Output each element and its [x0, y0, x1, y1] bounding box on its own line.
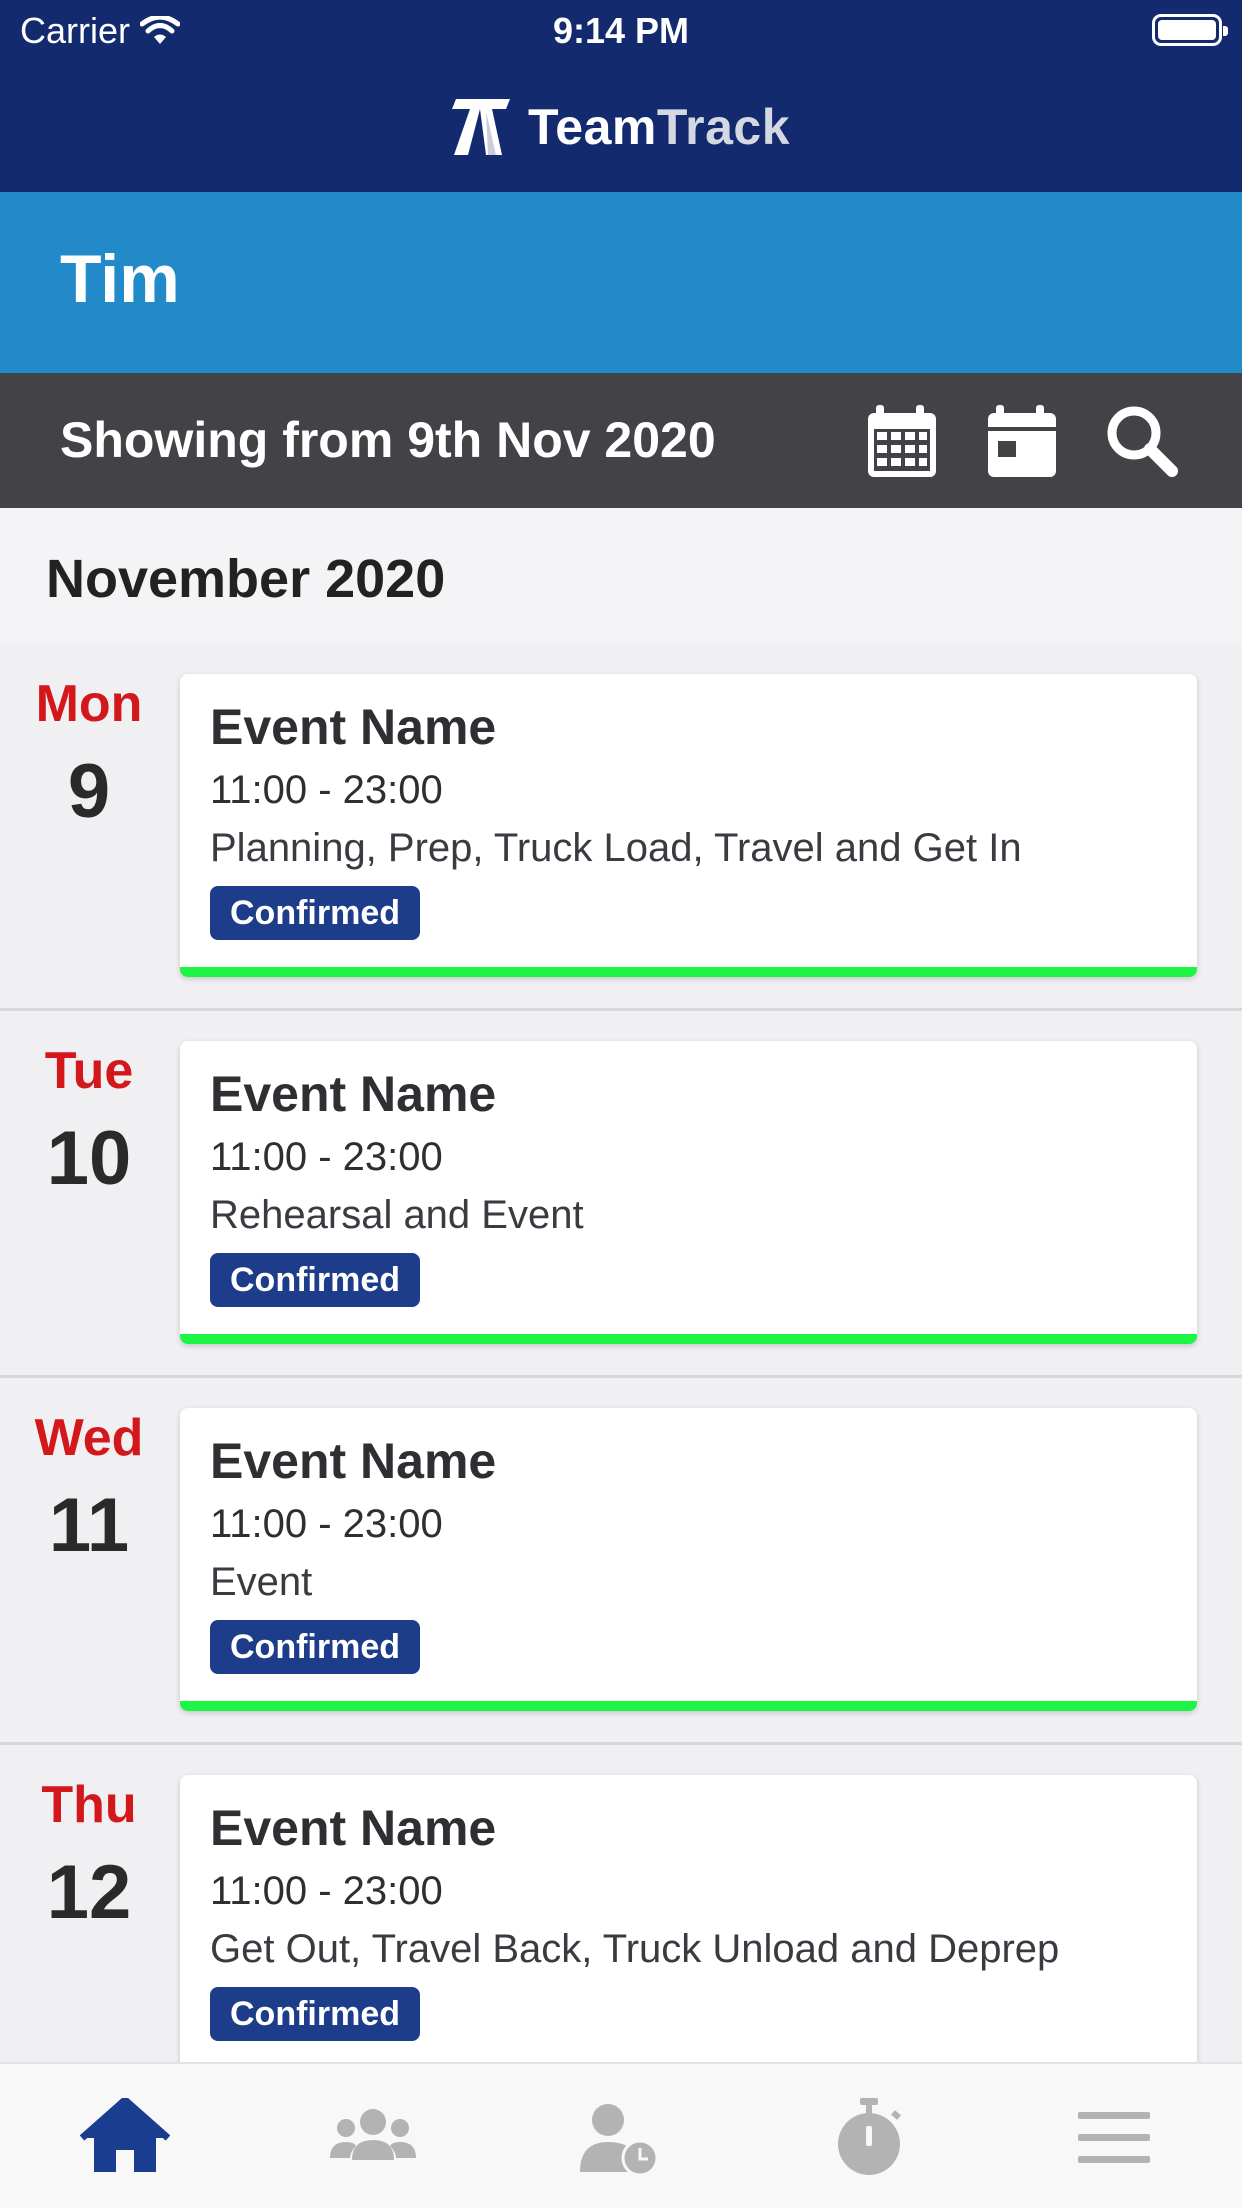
day-number: 12 — [46, 1850, 132, 1935]
month-label: November 2020 — [46, 549, 446, 609]
event-date: Tue 10 — [0, 1041, 178, 1202]
tab-bar — [0, 2062, 1242, 2208]
user-bar: Tim — [0, 192, 1242, 373]
event-description: Get Out, Travel Back, Truck Unload and D… — [210, 1927, 1060, 1971]
stopwatch-icon[interactable] — [824, 2098, 914, 2178]
status-bar: Carrier 9:14 PM — [0, 0, 1242, 62]
event-card[interactable]: Event Name 11:00 - 23:00 Rehearsal and E… — [180, 1041, 1197, 1344]
calendar-grid-icon[interactable] — [862, 401, 942, 481]
event-date: Thu 12 — [0, 1775, 178, 1936]
search-icon[interactable] — [1102, 401, 1182, 481]
event-description: Planning, Prep, Truck Load, Travel and G… — [210, 826, 1022, 870]
day-of-week: Wed — [34, 1409, 144, 1467]
status-badge: Confirmed — [210, 886, 420, 940]
event-row: Wed 11 Event Name 11:00 - 23:00 Event Co… — [0, 1378, 1242, 1745]
event-list: Mon 9 Event Name 11:00 - 23:00 Planning,… — [0, 644, 1242, 2112]
filter-bar: Showing from 9th Nov 2020 — [0, 373, 1242, 508]
event-row: Tue 10 Event Name 11:00 - 23:00 Rehearsa… — [0, 1011, 1242, 1378]
event-time: 11:00 - 23:00 — [210, 768, 443, 812]
event-title: Event Name — [210, 699, 497, 755]
status-badge: Confirmed — [210, 1620, 420, 1674]
day-number: 10 — [46, 1116, 132, 1201]
team-icon[interactable] — [328, 2098, 418, 2178]
event-card[interactable]: Event Name 11:00 - 23:00 Planning, Prep,… — [180, 674, 1197, 977]
home-icon[interactable] — [80, 2098, 170, 2178]
calendar-day-icon[interactable] — [982, 401, 1062, 481]
event-date: Wed 11 — [0, 1408, 178, 1569]
menu-icon[interactable] — [1072, 2098, 1162, 2178]
brand-name: TeamTrack — [528, 98, 790, 156]
event-time: 11:00 - 23:00 — [210, 1869, 443, 1913]
brand-name-track: Track — [656, 99, 791, 155]
showing-from-label: Showing from 9th Nov 2020 — [60, 412, 716, 468]
battery-icon — [1152, 14, 1228, 46]
day-of-week: Thu — [41, 1776, 137, 1834]
event-time: 11:00 - 23:00 — [210, 1502, 443, 1546]
brand-name-team: Team — [527, 99, 657, 155]
status-badge: Confirmed — [210, 1253, 420, 1307]
brand-logo: TeamTrack — [0, 92, 1242, 162]
event-date: Mon 9 — [0, 674, 178, 835]
event-description: Rehearsal and Event — [210, 1193, 584, 1237]
app-header: Carrier 9:14 PM TeamTrack — [0, 0, 1242, 192]
user-name: Tim — [60, 241, 180, 317]
event-title: Event Name — [210, 1800, 497, 1856]
event-description: Event — [210, 1560, 313, 1604]
month-header: November 2020 — [0, 508, 1242, 644]
event-row: Mon 9 Event Name 11:00 - 23:00 Planning,… — [0, 644, 1242, 1011]
day-of-week: Mon — [35, 675, 143, 733]
event-title: Event Name — [210, 1066, 497, 1122]
day-number: 11 — [48, 1483, 130, 1568]
day-number: 9 — [67, 749, 111, 834]
event-title: Event Name — [210, 1433, 497, 1489]
event-row: Thu 12 Event Name 11:00 - 23:00 Get Out,… — [0, 1745, 1242, 2112]
status-time: 9:14 PM — [552, 10, 690, 51]
event-card[interactable]: Event Name 11:00 - 23:00 Event Confirmed — [180, 1408, 1197, 1711]
event-card[interactable]: Event Name 11:00 - 23:00 Get Out, Travel… — [180, 1775, 1197, 2078]
user-clock-icon[interactable] — [576, 2098, 666, 2178]
day-of-week: Tue — [44, 1042, 134, 1100]
status-badge: Confirmed — [210, 1987, 420, 2041]
event-time: 11:00 - 23:00 — [210, 1135, 443, 1179]
teamtrack-logo-icon — [451, 99, 510, 155]
